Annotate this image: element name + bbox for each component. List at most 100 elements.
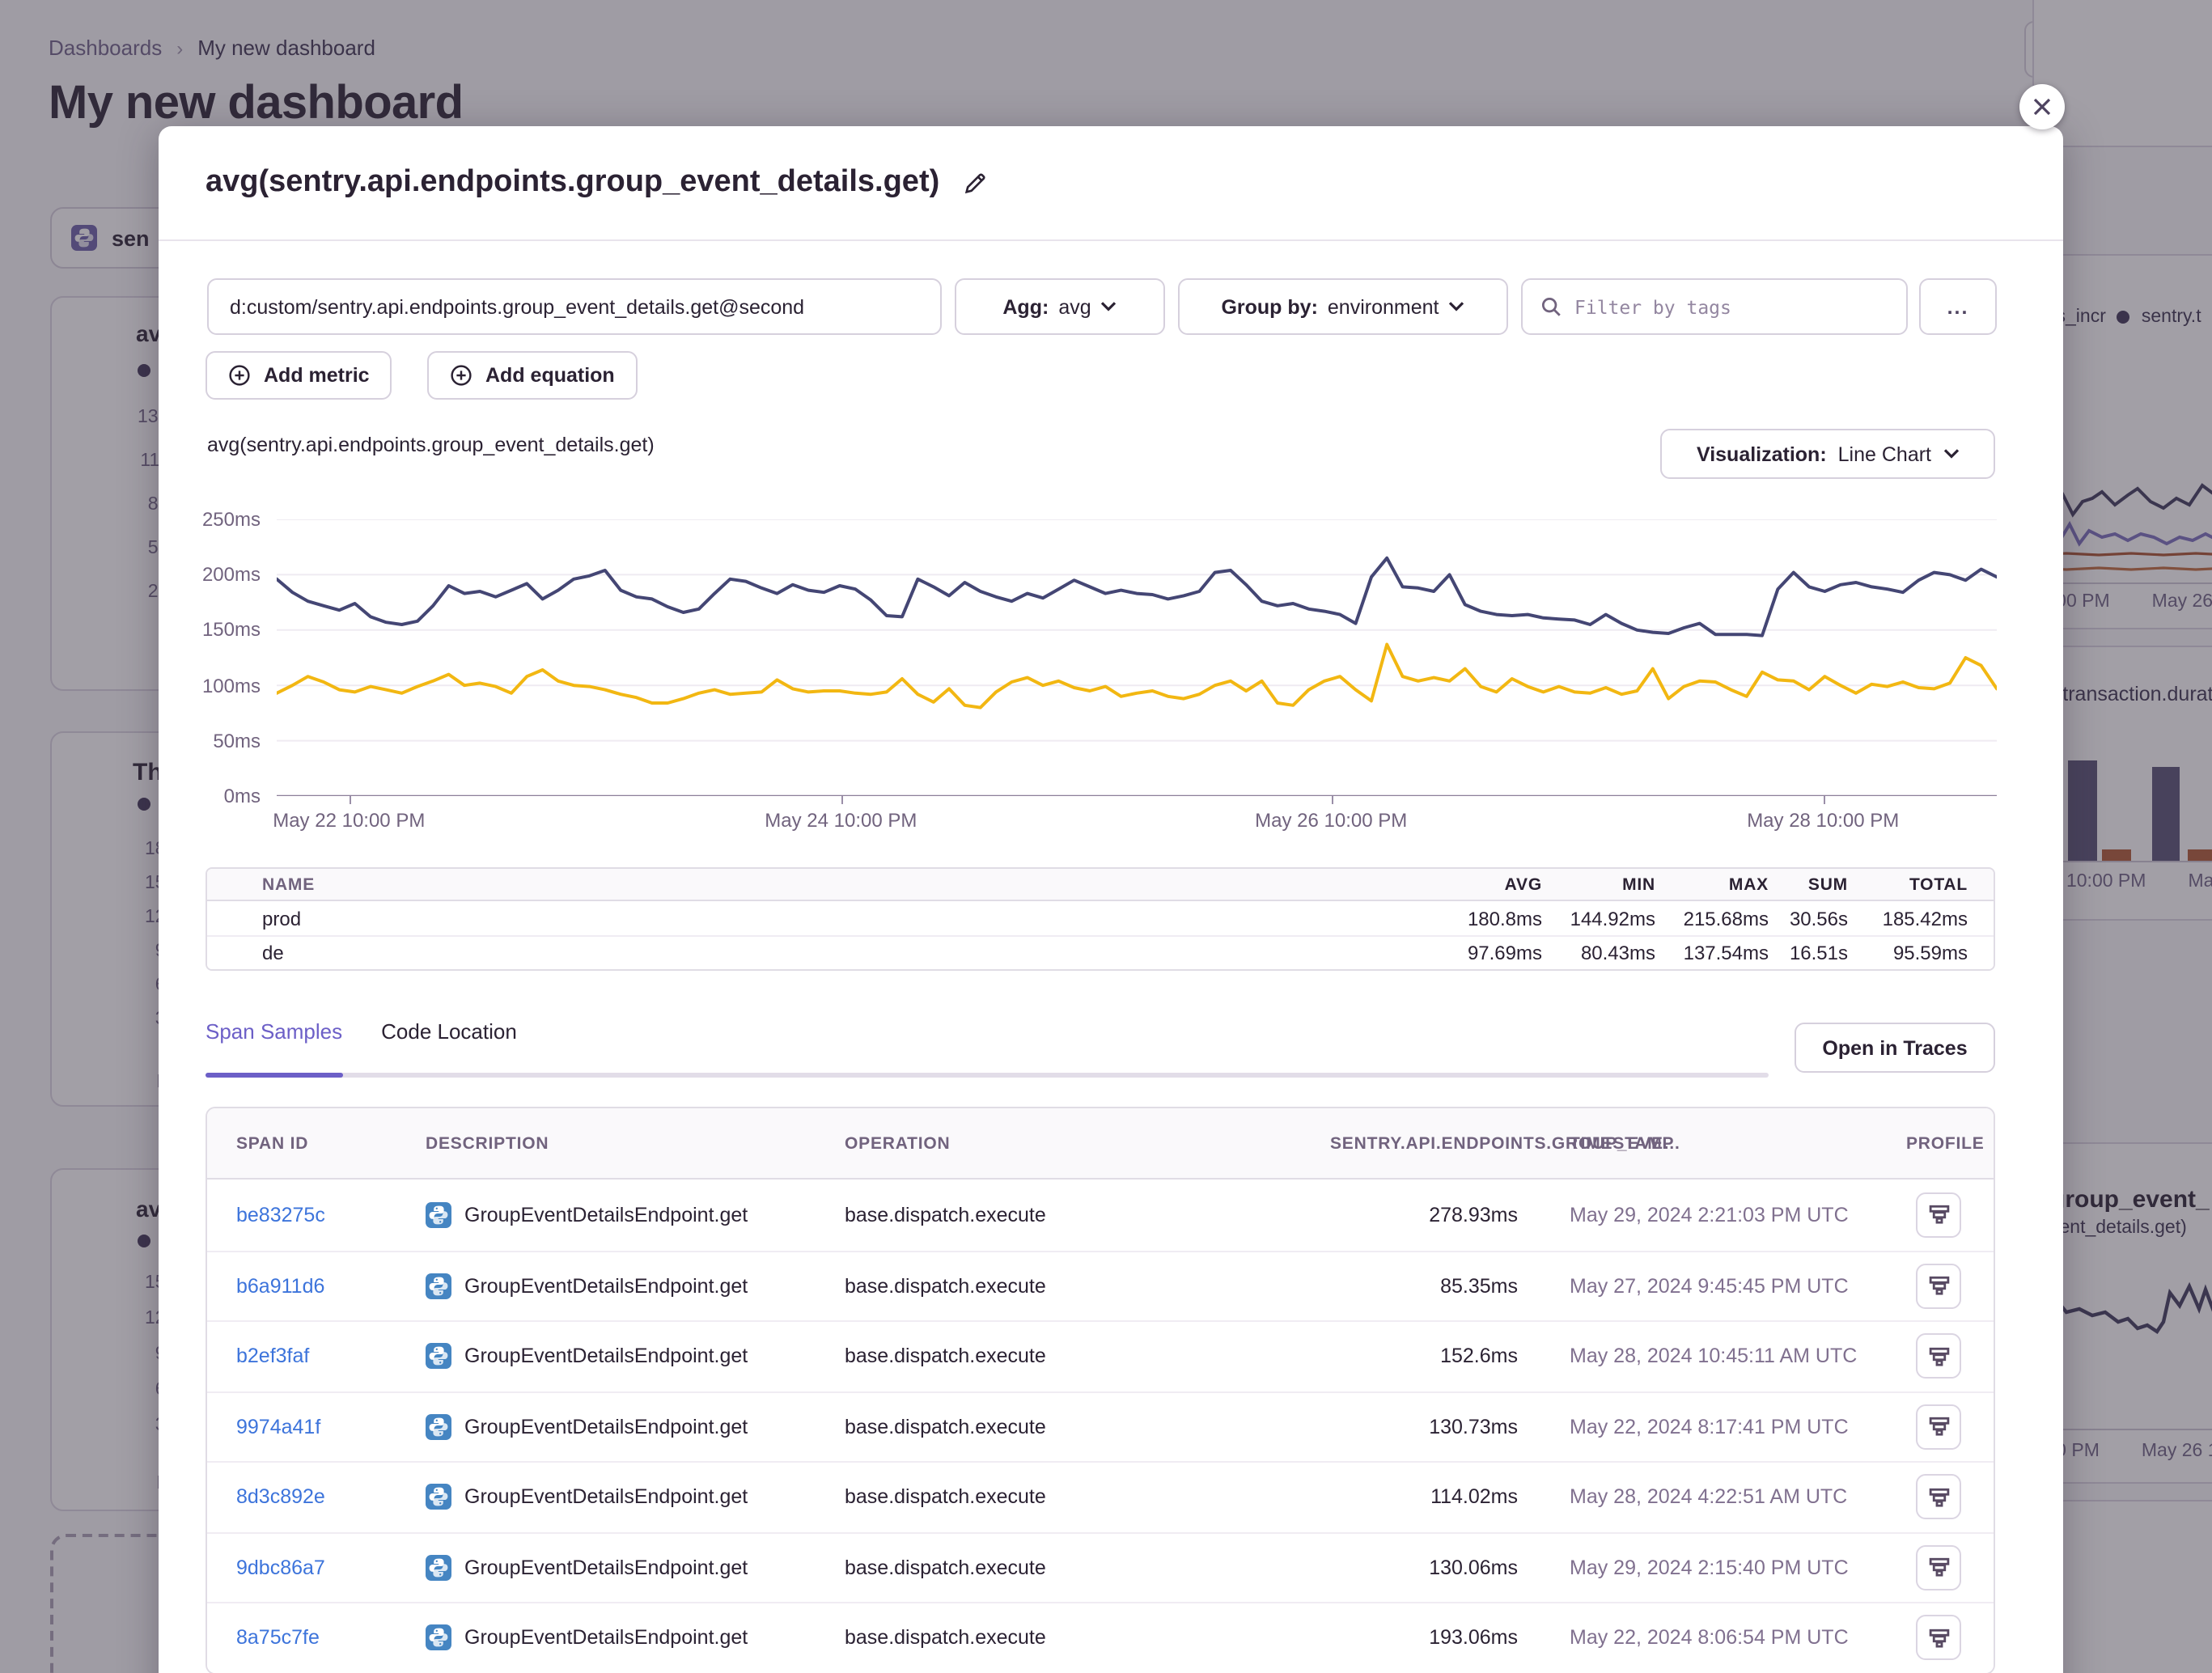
metric-value: 114.02ms xyxy=(1330,1486,1518,1509)
more-options-button[interactable]: ... xyxy=(1919,278,1997,335)
screen: Dashboards › My new dashboard My new das… xyxy=(0,0,2212,1673)
sample-row: 9dbc86a7 GroupEventDetailsEndpoint.getba… xyxy=(207,1531,1994,1602)
span-operation: base.dispatch.execute xyxy=(845,1627,1330,1650)
timestamp: May 28, 2024 4:22:51 AM UTC xyxy=(1518,1486,1906,1509)
series-max: 137.54ms xyxy=(1655,942,1769,964)
close-button[interactable] xyxy=(2019,84,2065,129)
summary-row-de[interactable]: de 97.69ms 80.43ms 137.54ms 16.51s 95.59… xyxy=(207,935,1994,969)
series-avg: 97.69ms xyxy=(1416,942,1542,964)
series-summary-table: NAME AVG MIN MAX SUM TOTAL prod 180.8ms … xyxy=(206,867,1995,971)
profile-button[interactable] xyxy=(1916,1545,1961,1590)
metric-value: 152.6ms xyxy=(1330,1345,1518,1368)
span-id-link[interactable]: b6a911d6 xyxy=(236,1275,426,1298)
timestamp: May 28, 2024 10:45:11 AM UTC xyxy=(1518,1345,1906,1368)
active-tab-indicator xyxy=(206,1073,342,1078)
metric-value: 85.35ms xyxy=(1330,1275,1518,1298)
profile-button[interactable] xyxy=(1916,1264,1961,1309)
aggregation-select[interactable]: Agg: avg xyxy=(955,278,1165,335)
span-operation: base.dispatch.execute xyxy=(845,1345,1330,1368)
add-equation-label: Add equation xyxy=(485,364,615,387)
chevron-down-icon xyxy=(1449,301,1465,312)
python-icon xyxy=(426,1555,451,1581)
ellipsis-icon: ... xyxy=(1947,295,1969,318)
y-axis-tick: 100ms xyxy=(159,676,261,697)
metric-query-field[interactable] xyxy=(207,278,942,335)
plus-circle-icon xyxy=(450,364,472,387)
add-equation-button[interactable]: Add equation xyxy=(427,351,638,400)
span-description: GroupEventDetailsEndpoint.get xyxy=(426,1273,845,1299)
timestamp: May 29, 2024 2:21:03 PM UTC xyxy=(1518,1204,1906,1226)
visualization-select[interactable]: Visualization: Line Chart xyxy=(1660,429,1995,479)
span-id-link[interactable]: be83275c xyxy=(236,1204,426,1226)
span-description: GroupEventDetailsEndpoint.get xyxy=(426,1344,845,1370)
y-axis-tick: 50ms xyxy=(159,731,261,752)
timestamp: May 29, 2024 2:15:40 PM UTC xyxy=(1518,1557,1906,1579)
close-icon xyxy=(2032,97,2052,116)
x-axis-tick: May 28 10:00 PM xyxy=(1710,809,1936,832)
col-sum: SUM xyxy=(1769,875,1848,894)
span-id-link[interactable]: 8a75c7fe xyxy=(236,1627,426,1650)
python-icon xyxy=(426,1485,451,1510)
span-description: GroupEventDetailsEndpoint.get xyxy=(426,1485,845,1510)
profile-button[interactable] xyxy=(1916,1334,1961,1379)
plus-circle-icon xyxy=(228,364,251,387)
metric-value: 193.06ms xyxy=(1330,1627,1518,1650)
summary-row-prod[interactable]: prod 180.8ms 144.92ms 215.68ms 30.56s 18… xyxy=(207,901,1994,935)
tab-label: Code Location xyxy=(381,1019,517,1044)
samples-header-row: SPAN ID DESCRIPTION OPERATION SENTRY.API… xyxy=(207,1108,1994,1180)
add-metric-button[interactable]: Add metric xyxy=(206,351,392,400)
python-icon xyxy=(426,1344,451,1370)
edit-title-pencil-icon[interactable] xyxy=(962,171,986,195)
col-operation: OPERATION xyxy=(845,1133,1330,1153)
profile-button[interactable] xyxy=(1916,1404,1961,1450)
span-id-link[interactable]: 8d3c892e xyxy=(236,1486,426,1509)
span-id-link[interactable]: 9dbc86a7 xyxy=(236,1557,426,1579)
col-description: DESCRIPTION xyxy=(426,1133,845,1153)
metric-value: 130.73ms xyxy=(1330,1416,1518,1438)
x-axis-tick-mark xyxy=(841,796,842,804)
profile-button[interactable] xyxy=(1916,1616,1961,1661)
col-total: TOTAL xyxy=(1848,875,1968,894)
sample-row: b6a911d6 GroupEventDetailsEndpoint.getba… xyxy=(207,1250,1994,1320)
open-in-traces-button[interactable]: Open in Traces xyxy=(1795,1023,1995,1073)
python-icon xyxy=(426,1273,451,1299)
series-max: 215.68ms xyxy=(1655,907,1769,930)
x-axis-tick: May 26 10:00 PM xyxy=(1218,809,1444,832)
span-description: GroupEventDetailsEndpoint.get xyxy=(426,1414,845,1440)
y-axis-tick: 150ms xyxy=(159,620,261,642)
tab-code-location[interactable]: Code Location xyxy=(381,1019,517,1078)
tag-filter-input[interactable]: Filter by tags xyxy=(1521,278,1908,335)
sample-row: be83275c GroupEventDetailsEndpoint.getba… xyxy=(207,1180,1994,1250)
modal-title: avg(sentry.api.endpoints.group_event_det… xyxy=(206,165,939,201)
timestamp: May 22, 2024 8:17:41 PM UTC xyxy=(1518,1416,1906,1438)
line-chart[interactable] xyxy=(277,519,1997,796)
x-axis-tick-mark xyxy=(1823,796,1824,804)
span-operation: base.dispatch.execute xyxy=(845,1416,1330,1438)
span-operation: base.dispatch.execute xyxy=(845,1557,1330,1579)
y-axis-tick: 200ms xyxy=(159,565,261,586)
col-profile: PROFILE xyxy=(1906,1133,1985,1153)
profile-button[interactable] xyxy=(1916,1192,1961,1238)
timestamp: May 22, 2024 8:06:54 PM UTC xyxy=(1518,1627,1906,1650)
tag-filter-placeholder: Filter by tags xyxy=(1574,295,1731,318)
group-by-select[interactable]: Group by: environment xyxy=(1178,278,1508,335)
tab-span-samples[interactable]: Span Samples xyxy=(206,1019,342,1078)
col-metric-value: SENTRY.API.ENDPOINTS.GROUP_EVE… xyxy=(1330,1133,1518,1153)
metric-query-input[interactable] xyxy=(230,295,919,318)
span-id-link[interactable]: 9974a41f xyxy=(236,1416,426,1438)
col-name: NAME xyxy=(262,875,1416,894)
metric-value: 278.93ms xyxy=(1330,1204,1518,1226)
sample-row: 9974a41f GroupEventDetailsEndpoint.getba… xyxy=(207,1391,1994,1461)
profile-button[interactable] xyxy=(1916,1475,1961,1520)
profile-icon xyxy=(1926,1274,1951,1298)
open-in-traces-label: Open in Traces xyxy=(1822,1036,1967,1059)
summary-header-row: NAME AVG MIN MAX SUM TOTAL xyxy=(207,869,1994,901)
chart-title: avg(sentry.api.endpoints.group_event_det… xyxy=(207,434,655,456)
span-id-link[interactable]: b2ef3faf xyxy=(236,1345,426,1368)
x-axis-tick: May 24 10:00 PM xyxy=(727,809,954,832)
x-axis-tick: May 22 10:00 PM xyxy=(235,809,462,832)
metric-value: 130.06ms xyxy=(1330,1557,1518,1579)
sample-row: 8d3c892e GroupEventDetailsEndpoint.getba… xyxy=(207,1461,1994,1531)
series-total: 185.42ms xyxy=(1848,907,1968,930)
series-total: 95.59ms xyxy=(1848,942,1968,964)
